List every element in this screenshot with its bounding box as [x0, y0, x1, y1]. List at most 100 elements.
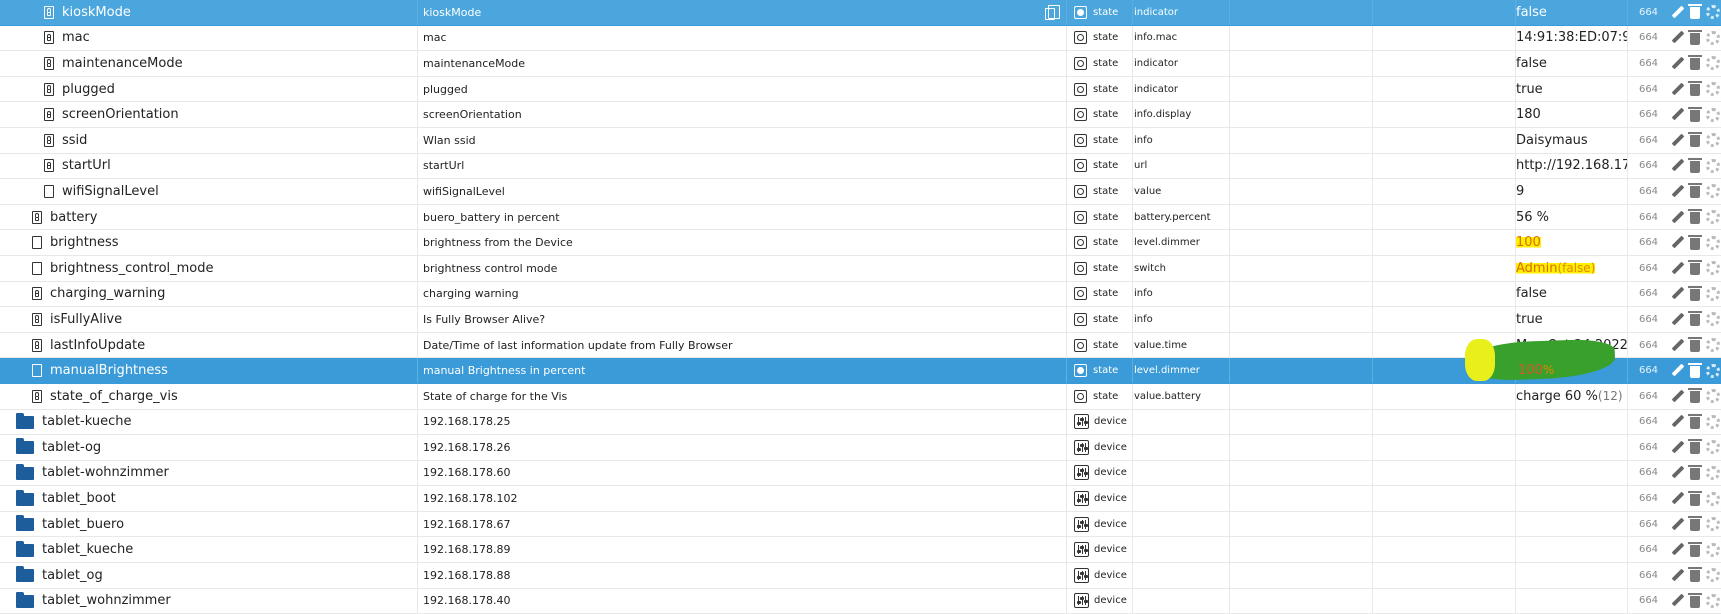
delete-trash-icon[interactable] [1688, 29, 1702, 45]
delete-trash-icon[interactable] [1688, 285, 1702, 301]
delete-trash-icon[interactable] [1688, 157, 1702, 173]
edit-pencil-icon[interactable] [1671, 287, 1684, 300]
edit-pencil-icon[interactable] [1671, 108, 1684, 121]
edit-pencil-icon[interactable] [1671, 185, 1684, 198]
name-cell[interactable]: tablet_buero [0, 511, 418, 537]
settings-gear-icon[interactable] [1706, 286, 1720, 301]
copy-icon[interactable] [1045, 5, 1060, 21]
settings-gear-icon[interactable] [1706, 184, 1720, 199]
value-cell[interactable] [1516, 537, 1628, 563]
device-row[interactable]: tablet_boot 192.168.178.102 device 664 [0, 486, 1721, 512]
edit-pencil-icon[interactable] [1671, 543, 1684, 556]
edit-pencil-icon[interactable] [1671, 364, 1684, 377]
delete-trash-icon[interactable] [1688, 260, 1702, 276]
edit-pencil-icon[interactable] [1671, 313, 1684, 326]
state-row[interactable]: state_of_charge_vis State of charge for t… [0, 383, 1721, 410]
name-cell[interactable]: tablet_kueche [0, 537, 418, 563]
state-row[interactable]: lastInfoUpdate Date/Time of last informat… [0, 332, 1721, 359]
state-row[interactable]: brightness_control_mode brightness contro… [0, 255, 1721, 282]
settings-gear-icon[interactable] [1706, 210, 1720, 225]
value-cell[interactable]: 56 % [1516, 204, 1628, 230]
name-cell[interactable]: wifiSignalLevel [0, 179, 418, 204]
state-row[interactable]: screenOrientation screenOrientation state i… [0, 102, 1721, 128]
edit-pencil-icon[interactable] [1671, 262, 1684, 275]
name-cell[interactable]: brightness [0, 230, 418, 255]
delete-trash-icon[interactable] [1688, 413, 1702, 429]
name-cell[interactable]: startUrl [0, 153, 418, 179]
delete-trash-icon[interactable] [1688, 311, 1702, 327]
state-row[interactable]: charging_warning charging warning state inf… [0, 281, 1721, 308]
state-row[interactable]: brightness brightness from the Device stat… [0, 230, 1721, 256]
name-cell[interactable]: kioskMode [0, 0, 418, 25]
value-cell[interactable] [1516, 563, 1628, 588]
state-row[interactable]: wifiSignalLevel wifiSignalLevel state value… [0, 179, 1721, 205]
settings-gear-icon[interactable] [1706, 30, 1720, 45]
settings-gear-icon[interactable] [1706, 568, 1720, 583]
value-cell[interactable] [1516, 435, 1628, 460]
edit-pencil-icon[interactable] [1671, 339, 1684, 352]
settings-gear-icon[interactable] [1706, 389, 1720, 404]
edit-pencil-icon[interactable] [1671, 594, 1684, 607]
value-cell[interactable]: false [1516, 281, 1628, 307]
value-cell[interactable]: 9 [1516, 179, 1628, 204]
name-cell[interactable]: manualBrightness [0, 358, 418, 383]
value-cell[interactable]: http://192.168.17... [1516, 153, 1628, 179]
settings-gear-icon[interactable] [1706, 158, 1720, 173]
value-cell[interactable]: Admin(false) [1516, 255, 1628, 281]
delete-trash-icon[interactable] [1688, 362, 1702, 378]
delete-trash-icon[interactable] [1688, 464, 1702, 480]
name-cell[interactable]: state_of_charge_vis [0, 383, 418, 409]
value-cell[interactable] [1516, 486, 1628, 511]
edit-pencil-icon[interactable] [1671, 134, 1684, 147]
edit-pencil-icon[interactable] [1671, 57, 1684, 70]
value-cell[interactable] [1516, 511, 1628, 537]
edit-pencil-icon[interactable] [1671, 211, 1684, 224]
value-cell[interactable] [1516, 460, 1628, 486]
name-cell[interactable]: ssid [0, 127, 418, 153]
edit-pencil-icon[interactable] [1671, 492, 1684, 505]
delete-trash-icon[interactable] [1688, 55, 1702, 71]
settings-gear-icon[interactable] [1706, 56, 1720, 71]
delete-trash-icon[interactable] [1688, 183, 1702, 199]
name-cell[interactable]: tablet-wohnzimmer [0, 460, 418, 486]
edit-pencil-icon[interactable] [1671, 415, 1684, 428]
settings-gear-icon[interactable] [1706, 363, 1720, 378]
name-cell[interactable]: charging_warning [0, 281, 418, 307]
edit-pencil-icon[interactable] [1671, 466, 1684, 479]
settings-gear-icon[interactable] [1706, 312, 1720, 327]
value-cell[interactable]: 100 [1516, 230, 1628, 255]
delete-trash-icon[interactable] [1688, 388, 1702, 404]
name-cell[interactable]: plugged [0, 76, 418, 102]
settings-gear-icon[interactable] [1706, 542, 1720, 557]
edit-pencil-icon[interactable] [1671, 159, 1684, 172]
delete-trash-icon[interactable] [1688, 439, 1702, 455]
name-cell[interactable]: tablet_og [0, 563, 418, 588]
state-row[interactable]: ssid Wlan ssid state info Daisymaus 664 [0, 127, 1721, 154]
value-cell[interactable]: 180 [1516, 102, 1628, 127]
delete-trash-icon[interactable] [1688, 516, 1702, 532]
device-row[interactable]: tablet_og 192.168.178.88 device 664 [0, 563, 1721, 589]
value-cell[interactable]: 14:91:38:ED:07:90 [1516, 25, 1628, 51]
name-cell[interactable]: tablet_wohnzimmer [0, 588, 418, 614]
state-row[interactable]: startUrl startUrl state url http://192.168.1… [0, 153, 1721, 180]
name-cell[interactable]: mac [0, 25, 418, 51]
settings-gear-icon[interactable] [1706, 414, 1720, 429]
value-cell[interactable]: false [1516, 0, 1628, 25]
device-row[interactable]: tablet-og 192.168.178.26 device 664 [0, 435, 1721, 461]
name-cell[interactable]: tablet_boot [0, 486, 418, 511]
edit-pencil-icon[interactable] [1671, 390, 1684, 403]
delete-trash-icon[interactable] [1688, 234, 1702, 250]
name-cell[interactable]: tablet-kueche [0, 409, 418, 435]
device-row[interactable]: tablet-kueche 192.168.178.25 device 664 [0, 409, 1721, 436]
state-row[interactable]: manualBrightness manual Brightness in per… [0, 358, 1721, 384]
state-row[interactable]: maintenanceMode maintenanceMode state indic… [0, 51, 1721, 77]
settings-gear-icon[interactable] [1706, 82, 1720, 97]
delete-trash-icon[interactable] [1688, 81, 1702, 97]
name-cell[interactable]: battery [0, 204, 418, 230]
settings-gear-icon[interactable] [1706, 440, 1720, 455]
device-row[interactable]: tablet_wohnzimmer 192.168.178.40 device 664 [0, 588, 1721, 614]
delete-trash-icon[interactable] [1688, 490, 1702, 506]
delete-trash-icon[interactable] [1688, 4, 1702, 20]
state-row[interactable]: battery buero_battery in percent state batt… [0, 204, 1721, 231]
delete-trash-icon[interactable] [1688, 337, 1702, 353]
